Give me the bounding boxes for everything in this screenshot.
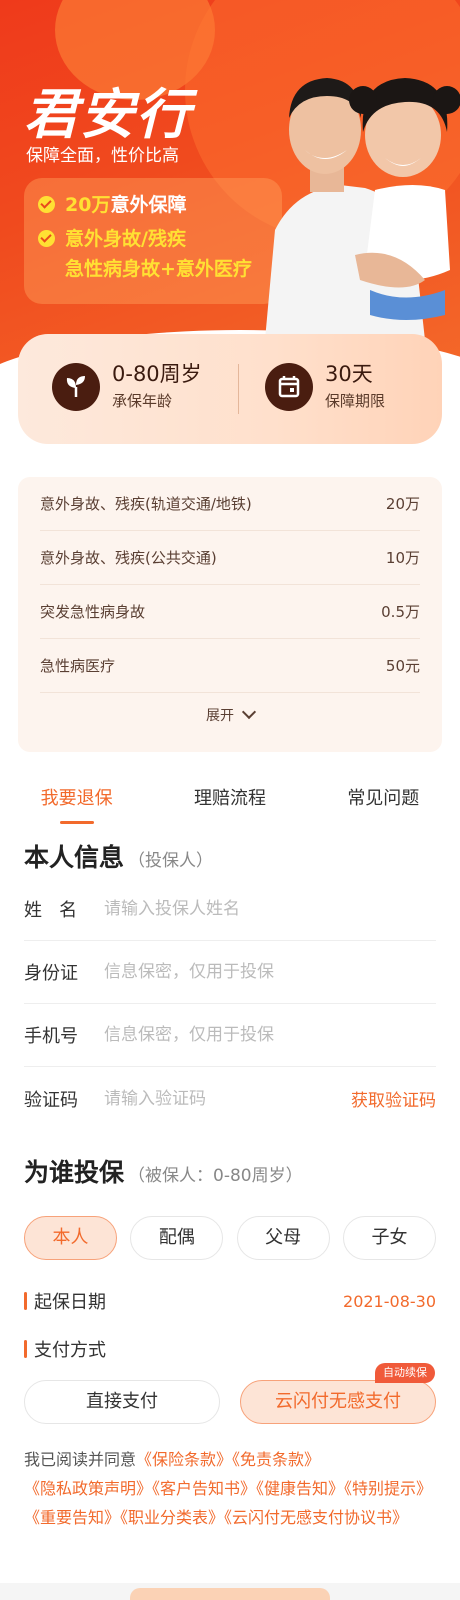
quickpass-button[interactable]: 云闪付无感支付 自动续保 bbox=[240, 1363, 436, 1424]
section-note: （投保人） bbox=[128, 851, 214, 871]
highlight-amount: 20万 bbox=[65, 194, 111, 216]
highlight-text: 意外身故/残疾 bbox=[65, 228, 186, 250]
check-icon bbox=[38, 230, 55, 247]
product-subtitle: 保障全面，性价比高 bbox=[26, 146, 179, 166]
coverage-name: 意外身故、残疾(轨道交通/地铁) bbox=[40, 495, 252, 513]
highlight-text: 意外保障 bbox=[110, 194, 187, 216]
doc-link[interactable]: 《免责条款》 bbox=[232, 1450, 320, 1469]
name-field: 姓 名 bbox=[24, 878, 436, 941]
highlight-text: 急性病身故+意外医疗 bbox=[65, 258, 252, 280]
coverage-row: 意外身故、残疾(轨道交通/地铁) 20万 bbox=[40, 477, 420, 531]
coverage-amount: 0.5万 bbox=[381, 603, 420, 621]
submit-button[interactable] bbox=[130, 1588, 330, 1600]
name-input[interactable] bbox=[104, 899, 436, 919]
payment-label: 支付方式 bbox=[24, 1336, 106, 1362]
start-date-value: 2021-08-30 bbox=[343, 1291, 436, 1311]
field-label: 身份证 bbox=[24, 963, 78, 984]
coverage-name: 意外身故、残疾(公共交通) bbox=[40, 549, 217, 567]
coverage-row: 意外身故、残疾(公共交通) 10万 bbox=[40, 531, 420, 585]
payment-row: 支付方式 bbox=[24, 1336, 436, 1362]
check-icon bbox=[38, 196, 55, 213]
code-field: 验证码 获取验证码 bbox=[24, 1067, 436, 1130]
quickpass-label: 云闪付无感支付 bbox=[275, 1391, 401, 1412]
option-self[interactable]: 本人 bbox=[24, 1216, 117, 1260]
coverage-row: 突发急性病身故 0.5万 bbox=[40, 585, 420, 639]
family-photo bbox=[265, 78, 460, 340]
highlights-box: 20万意外保障 意外身故/残疾 急性病身故+意外医疗 bbox=[24, 178, 282, 304]
coverage-amount: 20万 bbox=[385, 495, 420, 513]
insured-options: 本人 配偶 父母 子女 bbox=[24, 1216, 436, 1260]
bottom-bar bbox=[0, 1583, 460, 1600]
start-date-label: 起保日期 bbox=[24, 1288, 106, 1314]
period-info: 30天 保障期限 bbox=[265, 362, 385, 412]
section-title-text: 为谁投保 bbox=[24, 1158, 125, 1187]
id-field: 身份证 bbox=[24, 941, 436, 1004]
phone-field: 手机号 bbox=[24, 1004, 436, 1067]
doc-link[interactable]: 《隐私政策声明》 bbox=[24, 1479, 152, 1498]
id-input[interactable] bbox=[104, 962, 436, 982]
coverage-name: 突发急性病身故 bbox=[40, 603, 146, 621]
start-date-row[interactable]: 起保日期 2021-08-30 bbox=[24, 1288, 436, 1314]
highlight-line: 20万意外保障 bbox=[38, 190, 268, 220]
tab-bar: 我要退保 理赔流程 常见问题 bbox=[0, 778, 460, 824]
coverage-card: 意外身故、残疾(轨道交通/地铁) 20万 意外身故、残疾(公共交通) 10万 突… bbox=[18, 477, 442, 752]
coverage-amount: 10万 bbox=[385, 549, 420, 567]
option-spouse[interactable]: 配偶 bbox=[130, 1216, 224, 1260]
divider bbox=[238, 364, 239, 414]
period-value: 30天 bbox=[325, 362, 373, 386]
auto-renew-badge: 自动续保 bbox=[375, 1363, 435, 1383]
expand-button[interactable]: 展开 bbox=[40, 704, 420, 725]
highlight-line: 意外身故/残疾 bbox=[38, 224, 268, 254]
section-note: （被保人：0-80周岁） bbox=[128, 1166, 303, 1186]
age-label: 承保年龄 bbox=[112, 392, 173, 410]
info-bar: 0-80周岁 承保年龄 30天 保障期限 bbox=[18, 334, 442, 444]
coverage-amount: 50元 bbox=[385, 657, 420, 675]
get-code-button[interactable]: 获取验证码 bbox=[351, 1086, 436, 1111]
doc-link[interactable]: 《云闪付无感支付协议书》 bbox=[224, 1508, 408, 1527]
doc-link[interactable]: 《职业分类表》 bbox=[120, 1508, 224, 1527]
label-text: 支付方式 bbox=[34, 1340, 106, 1361]
phone-input[interactable] bbox=[104, 1025, 436, 1045]
option-parents[interactable]: 父母 bbox=[236, 1216, 330, 1260]
section-title-text: 本人信息 bbox=[24, 843, 125, 872]
doc-link[interactable]: 《特别提示》 bbox=[344, 1479, 432, 1498]
field-label: 验证码 bbox=[24, 1089, 78, 1111]
chevron-down-icon bbox=[241, 704, 257, 720]
doc-link[interactable]: 《保险条款》 bbox=[136, 1450, 232, 1469]
accent-bar bbox=[24, 1292, 27, 1310]
section-title-personal: 本人信息 （投保人） bbox=[24, 838, 213, 874]
label-text: 起保日期 bbox=[34, 1292, 106, 1313]
sprout-icon bbox=[52, 363, 100, 411]
product-title: 君安行 bbox=[24, 83, 192, 146]
agreement-prefix: 我已阅读并同意 bbox=[24, 1450, 137, 1469]
payment-options: 直接支付 云闪付无感支付 自动续保 bbox=[24, 1363, 436, 1424]
field-label: 姓 名 bbox=[24, 900, 78, 921]
tab-faq[interactable]: 常见问题 bbox=[307, 778, 460, 824]
coverage-row: 急性病医疗 50元 bbox=[40, 639, 420, 693]
tab-cancel-policy[interactable]: 我要退保 bbox=[0, 778, 153, 824]
direct-pay-button[interactable]: 直接支付 bbox=[24, 1380, 220, 1424]
doc-link[interactable]: 《客户告知书》 bbox=[152, 1479, 256, 1498]
doc-link[interactable]: 《重要告知》 bbox=[24, 1508, 120, 1527]
period-label: 保障期限 bbox=[325, 392, 386, 410]
coverage-name: 急性病医疗 bbox=[40, 657, 116, 675]
age-info: 0-80周岁 承保年龄 bbox=[52, 362, 202, 412]
expand-label: 展开 bbox=[206, 708, 234, 724]
option-children[interactable]: 子女 bbox=[342, 1216, 436, 1260]
tab-claim-process[interactable]: 理赔流程 bbox=[153, 778, 306, 824]
field-label: 手机号 bbox=[24, 1026, 78, 1047]
accent-bar bbox=[24, 1340, 27, 1358]
agreement-text: 我已阅读并同意《保险条款》《免责条款》《隐私政策声明》《客户告知书》《健康告知》… bbox=[24, 1445, 436, 1532]
code-input[interactable] bbox=[104, 1088, 351, 1109]
doc-link[interactable]: 《健康告知》 bbox=[256, 1479, 344, 1498]
section-title-insured: 为谁投保 （被保人：0-80周岁） bbox=[24, 1153, 303, 1189]
age-value: 0-80周岁 bbox=[112, 362, 202, 386]
calendar-icon bbox=[265, 363, 313, 411]
